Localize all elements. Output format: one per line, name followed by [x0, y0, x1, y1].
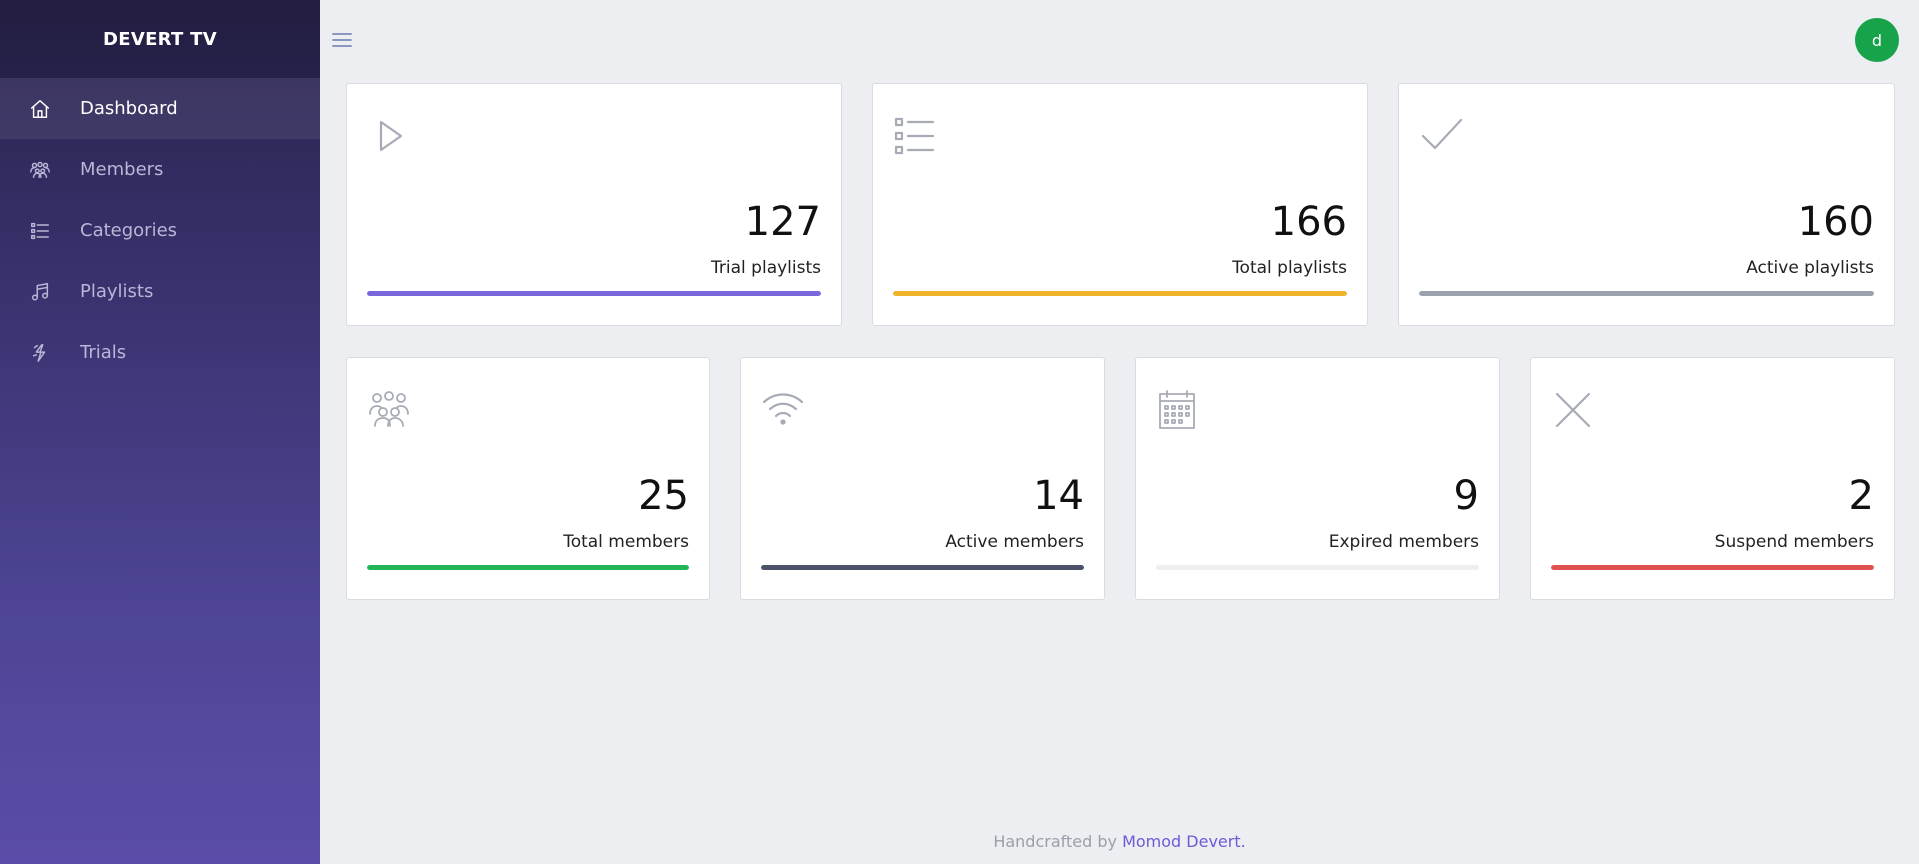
stat-label: Suspend members: [1714, 532, 1874, 552]
topbar: d: [320, 0, 1919, 78]
sidebar-item-playlists[interactable]: Playlists: [0, 261, 320, 322]
menu-toggle-button[interactable]: [330, 28, 354, 52]
user-avatar[interactable]: d: [1855, 18, 1899, 62]
footer: Handcrafted by Momod Devert.: [320, 832, 1919, 851]
members-icon: [28, 158, 52, 182]
stat-progress-bar: [367, 291, 821, 296]
stat-progress-fill: [367, 565, 689, 570]
wifi-icon: [761, 388, 805, 432]
music-icon: [28, 280, 52, 304]
brand-title[interactable]: DEVERT TV: [0, 0, 320, 78]
stat-label: Active members: [945, 532, 1084, 552]
stat-label: Total playlists: [1232, 258, 1347, 278]
stat-value: 127: [744, 199, 821, 245]
sidebar-item-label: Members: [80, 159, 164, 180]
stat-card-active-members: 14 Active members: [740, 357, 1105, 600]
close-icon: [1551, 388, 1595, 432]
stat-progress-fill: [1419, 291, 1874, 296]
calendar-icon: [1156, 388, 1200, 432]
sidebar-item-categories[interactable]: Categories: [0, 200, 320, 261]
sidebar-item-label: Playlists: [80, 281, 154, 302]
sidebar-item-label: Dashboard: [80, 98, 178, 119]
stat-card-active-playlists: 160 Active playlists: [1398, 83, 1895, 326]
sidebar: DEVERT TV Dashboard Members Categories P…: [0, 0, 320, 864]
stat-progress-bar: [367, 565, 689, 570]
sidebar-item-label: Categories: [80, 220, 178, 241]
stat-card-total-members: 25 Total members: [346, 357, 710, 600]
stat-progress-bar: [893, 291, 1347, 296]
stat-card-trial-playlists: 127 Trial playlists: [346, 83, 842, 326]
footer-author-link[interactable]: Momod Devert.: [1122, 832, 1246, 851]
footer-prefix: Handcrafted by: [993, 832, 1117, 851]
hamburger-icon: [332, 33, 352, 47]
stat-progress-bar: [1551, 565, 1874, 570]
sidebar-item-members[interactable]: Members: [0, 139, 320, 200]
stat-progress-fill: [1156, 565, 1479, 570]
stat-progress-bar: [1419, 291, 1874, 296]
sidebar-item-label: Trials: [80, 342, 127, 363]
stat-label: Active playlists: [1746, 258, 1874, 278]
stat-label: Total members: [563, 532, 689, 552]
stat-label: Expired members: [1328, 532, 1479, 552]
stat-progress-fill: [1551, 565, 1874, 570]
stat-card-expired-members: 9 Expired members: [1135, 357, 1500, 600]
stat-value: 2: [1848, 473, 1874, 519]
stat-value: 160: [1797, 199, 1874, 245]
stat-label: Trial playlists: [711, 258, 821, 278]
stat-progress-fill: [761, 565, 1084, 570]
play-icon: [367, 114, 411, 158]
stat-value: 14: [1033, 473, 1084, 519]
list-icon: [893, 114, 937, 158]
home-icon: [28, 97, 52, 121]
check-icon: [1419, 114, 1463, 158]
stat-progress-fill: [893, 291, 1347, 296]
stat-progress-bar: [761, 565, 1084, 570]
trials-icon: [28, 341, 52, 365]
stat-progress-bar: [1156, 565, 1479, 570]
stat-value: 25: [638, 473, 689, 519]
stat-card-suspend-members: 2 Suspend members: [1530, 357, 1895, 600]
members-icon: [367, 388, 411, 432]
stat-card-total-playlists: 166 Total playlists: [872, 83, 1368, 326]
sidebar-item-dashboard[interactable]: Dashboard: [0, 78, 320, 139]
stat-value: 166: [1270, 199, 1347, 245]
stat-progress-fill: [367, 291, 821, 296]
stat-value: 9: [1453, 473, 1479, 519]
list-icon: [28, 219, 52, 243]
sidebar-nav: Dashboard Members Categories Playlists T…: [0, 78, 320, 383]
sidebar-item-trials[interactable]: Trials: [0, 322, 320, 383]
